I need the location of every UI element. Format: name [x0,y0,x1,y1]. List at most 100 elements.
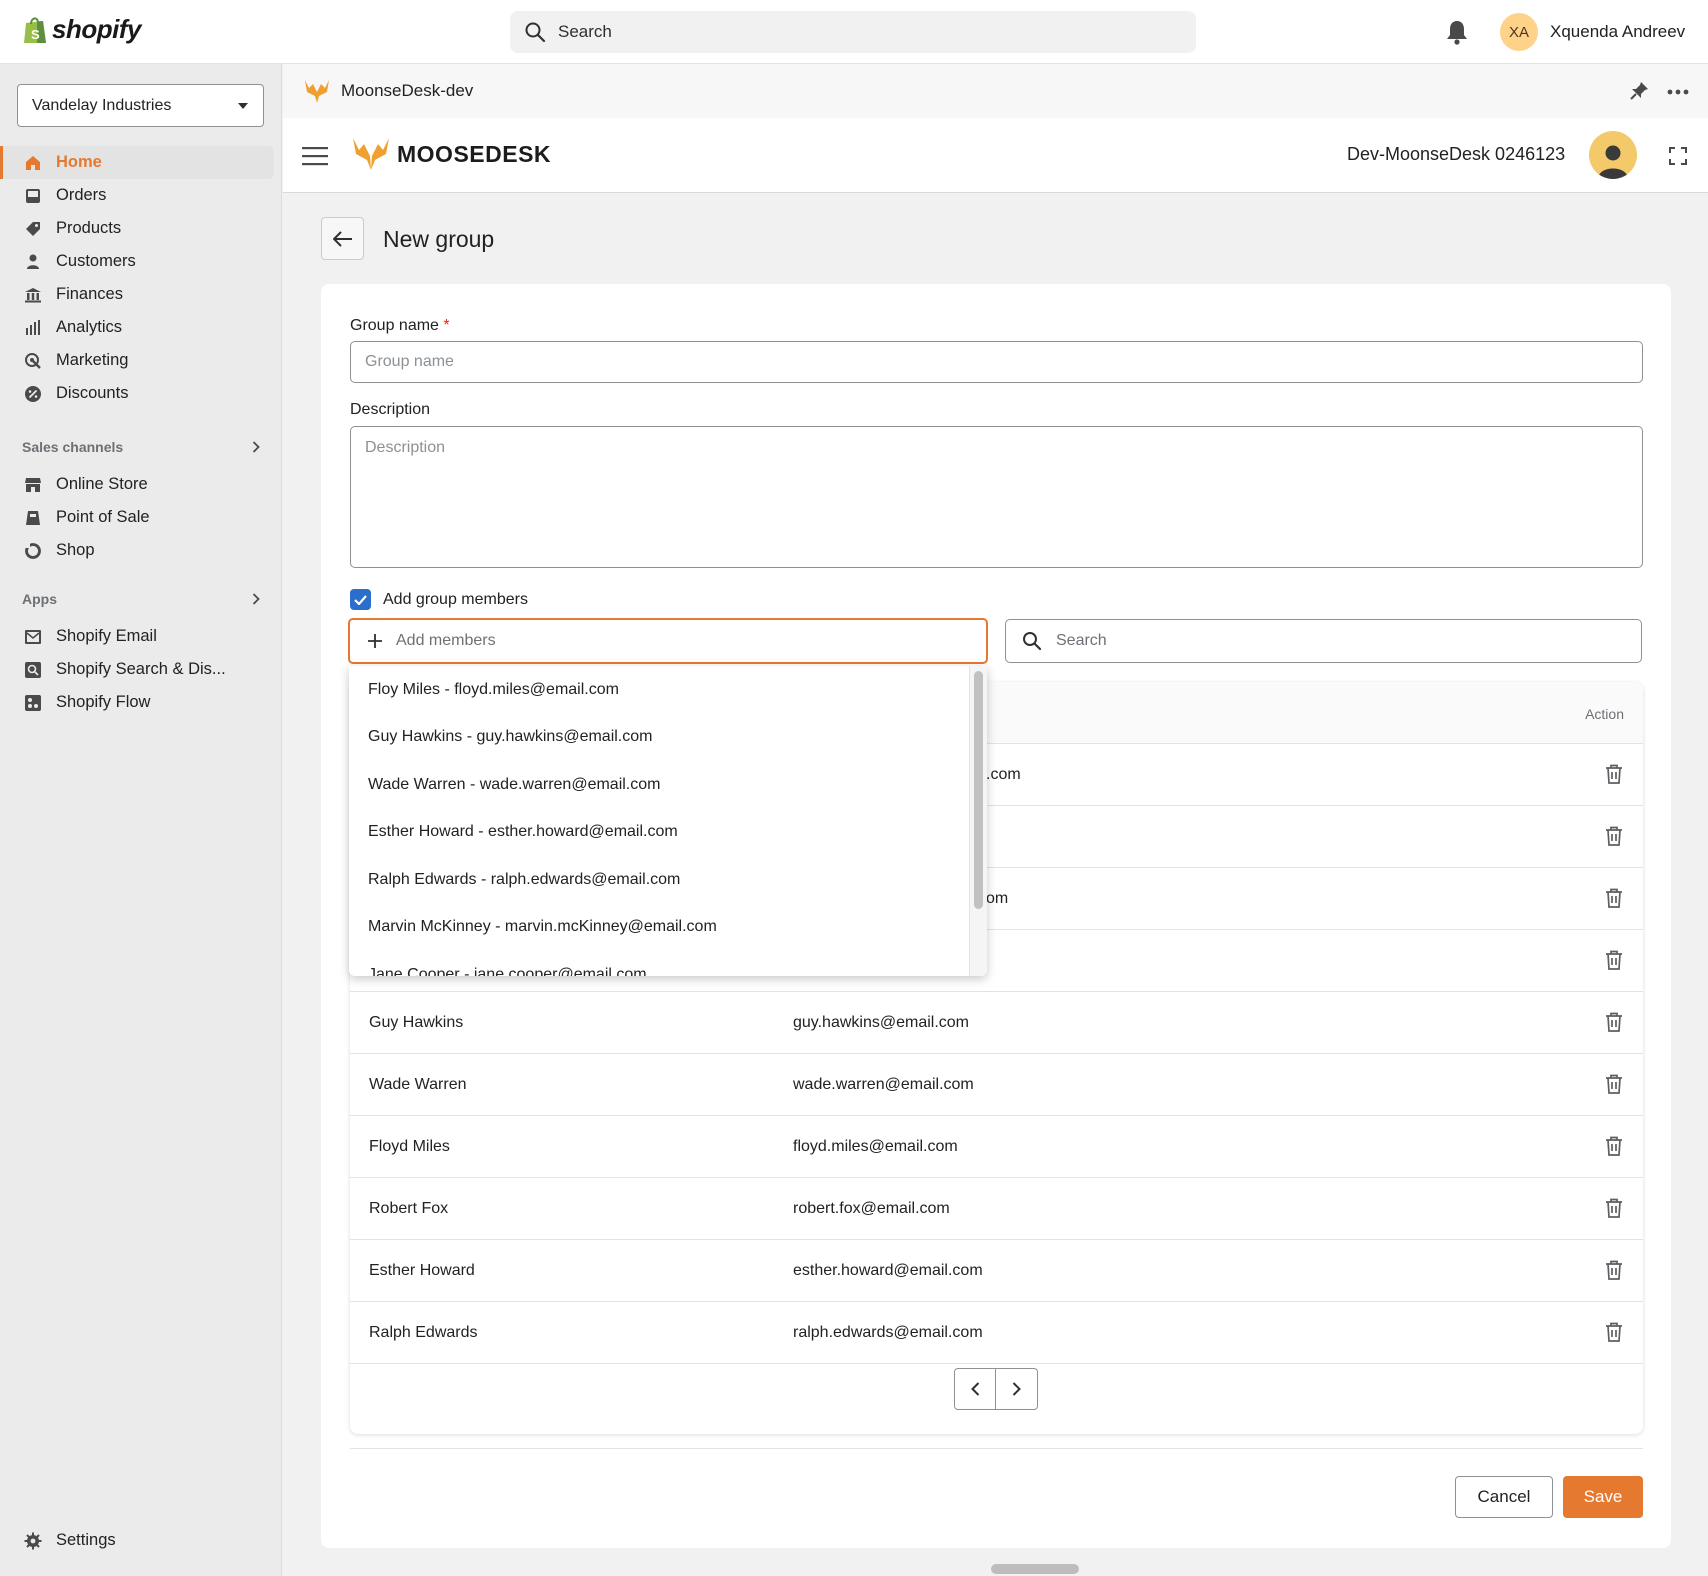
previous-page-button[interactable] [954,1368,996,1410]
chevron-right-icon [1012,1382,1021,1396]
sidebar-item-label: Shopify Email [56,627,157,645]
dropdown-option[interactable]: Wade Warren - wade.warren@email.com [349,761,987,809]
dropdown-scrollbar-thumb[interactable] [974,671,983,909]
trash-icon[interactable] [1605,1322,1623,1342]
sidebar-item-label: Online Store [56,475,148,493]
member-name: Esther Howard [369,1262,475,1279]
shopify-bag-icon: S [24,16,46,43]
section-heading-label: Apps [22,591,57,607]
table-row: Robert Fox robert.fox@email.com [350,1178,1643,1240]
store-name: Vandelay Industries [32,96,172,114]
dropdown-option[interactable]: Guy Hawkins - guy.hawkins@email.com [349,714,987,762]
user-avatar: XA [1500,13,1538,51]
add-members-input[interactable] [396,632,956,650]
trash-icon[interactable] [1605,764,1623,784]
apps-heading[interactable]: Apps [0,586,282,612]
sales-channels-heading[interactable]: Sales channels [0,434,282,460]
user-menu[interactable]: XA Xquenda Andreev [1500,13,1685,51]
global-search-input[interactable] [558,22,1158,42]
trash-icon[interactable] [1605,1260,1623,1280]
chevron-right-icon [252,441,260,453]
member-email: esther.howard@email.com [793,1262,983,1279]
global-search[interactable] [510,11,1196,53]
sidebar-item-shopify-flow[interactable]: Shopify Flow [0,686,274,719]
member-search[interactable] [1005,619,1642,663]
sidebar-item-home[interactable]: Home [0,146,274,179]
fullscreen-icon[interactable] [1669,147,1687,165]
section-heading-label: Sales channels [22,439,124,455]
save-button[interactable]: Save [1563,1476,1643,1518]
sidebar-item-shop[interactable]: Shop [0,534,274,567]
dropdown-scrollbar[interactable] [969,666,987,976]
sidebar-item-label: Finances [56,285,123,303]
store-selector[interactable]: Vandelay Industries [17,84,264,127]
trash-icon[interactable] [1605,1074,1623,1094]
sidebar-item-customers[interactable]: Customers [0,245,274,278]
add-members-combobox[interactable] [348,618,988,664]
trash-icon[interactable] [1605,888,1623,908]
dropdown-option[interactable]: Marvin McKinney - marvin.mcKinney@email.… [349,904,987,952]
sidebar-item-finances[interactable]: Finances [0,278,274,311]
person-avatar-icon [1598,145,1628,179]
sidebar-item-label: Customers [56,252,136,270]
member-name: Floyd Miles [369,1138,450,1155]
email-icon [25,629,41,644]
member-email: robert.fox@email.com [793,1200,950,1217]
sidebar-item-point-of-sale[interactable]: Point of Sale [0,501,274,534]
member-name: Ralph Edwards [369,1324,478,1341]
sidebar-item-label: Point of Sale [56,508,150,526]
more-horizontal-icon[interactable] [1667,89,1689,95]
apps-nav: Apps Shopify Email Shopify Search & Dis.… [0,586,282,719]
add-members-checkbox-row[interactable]: Add group members [350,589,528,610]
sidebar-item-shopify-email[interactable]: Shopify Email [0,620,274,653]
sidebar-item-orders[interactable]: Orders [0,179,274,212]
sidebar-item-discounts[interactable]: Discounts [0,377,274,410]
flow-icon [25,694,41,711]
sidebar-item-online-store[interactable]: Online Store [0,468,274,501]
trash-icon[interactable] [1605,826,1623,846]
sidebar-item-label: Analytics [56,318,123,336]
sidebar-item-label: Shop [56,541,95,559]
trash-icon[interactable] [1605,1136,1623,1156]
trash-icon[interactable] [1605,950,1623,970]
trash-icon[interactable] [1605,1198,1623,1218]
next-page-button[interactable] [996,1368,1038,1410]
member-search-input[interactable] [1056,632,1616,650]
account-avatar[interactable] [1589,131,1637,179]
pin-icon[interactable] [1628,80,1650,102]
moosedesk-brand: MOOSEDESK [351,136,551,172]
shopify-logo[interactable]: S shopify [22,14,141,45]
store-icon [25,477,41,492]
dropdown-option[interactable]: Floy Miles - floyd.miles@email.com [349,666,987,714]
bar-chart-icon [26,319,40,335]
moosedesk-logo-icon [305,80,329,103]
chevron-right-icon [252,593,260,605]
description-textarea[interactable] [350,426,1643,568]
sidebar-item-shopify-search[interactable]: Shopify Search & Dis... [0,653,274,686]
group-name-label: Group name * [350,317,450,335]
dropdown-option[interactable]: Jane Cooper - jane.cooper@email.com [349,951,987,976]
dropdown-option[interactable]: Ralph Edwards - ralph.edwards@email.com [349,856,987,904]
trash-icon[interactable] [1605,1012,1623,1032]
dropdown-option[interactable]: Esther Howard - esther.howard@email.com [349,809,987,857]
notifications-button[interactable] [1444,18,1470,51]
sidebar-item-products[interactable]: Products [0,212,274,245]
settings-nav: Settings [0,1524,282,1557]
add-members-checkbox[interactable] [350,589,371,610]
cancel-button[interactable]: Cancel [1455,1476,1553,1518]
moosedesk-antlers-icon [353,138,389,170]
sidebar: Vandelay Industries Home Orders Products… [0,64,282,1576]
sidebar-item-analytics[interactable]: Analytics [0,311,274,344]
back-button[interactable] [321,217,364,260]
svg-text:S: S [31,27,40,42]
group-name-input[interactable] [350,341,1643,383]
sidebar-item-marketing[interactable]: Marketing [0,344,274,377]
hamburger-menu-icon[interactable] [302,146,328,166]
sidebar-item-label: Orders [56,186,107,204]
member-email: wade.warren@email.com [793,1076,974,1093]
horizontal-scrollbar-thumb[interactable] [991,1564,1079,1574]
sidebar-item-settings[interactable]: Settings [0,1524,274,1557]
member-email: guy.hawkins@email.com [793,1014,970,1031]
shopify-wordmark: shopify [52,14,141,44]
check-icon [354,594,367,605]
